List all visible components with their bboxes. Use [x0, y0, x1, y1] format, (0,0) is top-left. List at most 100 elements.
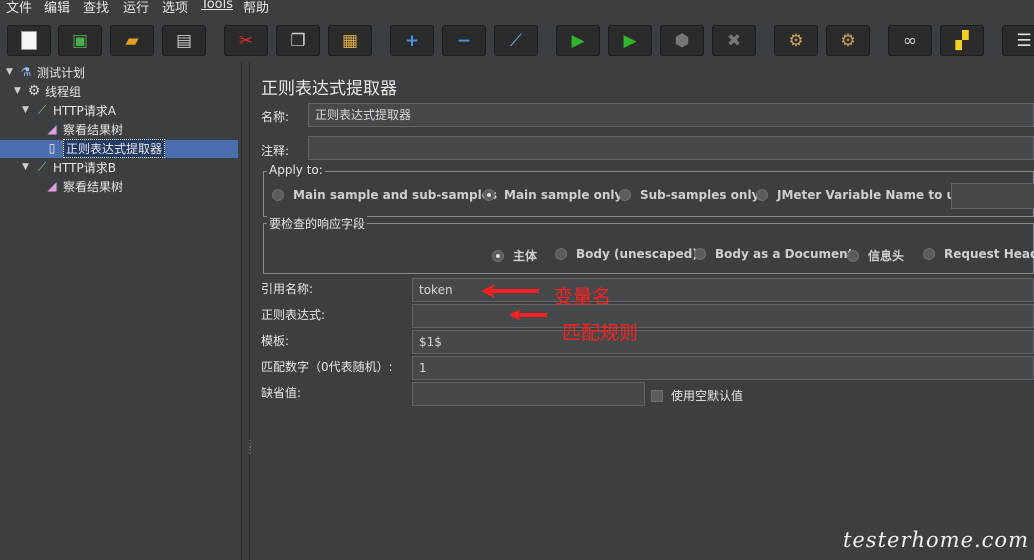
radio-sub-samples-only[interactable]: Sub-samples only — [619, 188, 759, 202]
collapse-button[interactable]: − — [442, 25, 486, 56]
function-helper-button[interactable]: ☰ — [1002, 25, 1034, 56]
search-button[interactable]: ∞ — [888, 25, 932, 56]
cut-button[interactable]: ✂ — [224, 25, 268, 56]
plus-icon: + — [404, 30, 420, 51]
templates-icon: ▣ — [71, 30, 89, 51]
new-file-icon — [21, 31, 37, 50]
radio-body[interactable]: 主体 — [492, 247, 537, 264]
use-empty-default-checkbox[interactable]: 使用空默认值 — [651, 387, 743, 404]
wand-icon: ⟋ — [510, 30, 522, 51]
clear-all-button[interactable]: ⚙ — [826, 25, 870, 56]
tree-node-http-request-a[interactable]: ▼ ⟋ HTTP请求A — [22, 101, 116, 119]
start-button[interactable]: ▶ — [556, 25, 600, 56]
arrow-annotation-var-name-icon — [481, 284, 539, 298]
save-icon: ▤ — [175, 30, 193, 51]
radio-circle-icon — [272, 189, 284, 201]
template-input[interactable]: $1$ — [412, 330, 1034, 354]
radio-headers[interactable]: 信息头 — [847, 247, 904, 264]
broom-icon: ⚙ — [840, 30, 856, 51]
field-to-check-group: 要检查的响应字段 主体 Body (unescaped) Body as a D… — [263, 215, 1034, 274]
checkbox-icon — [651, 389, 663, 402]
radio-circle-icon — [847, 249, 859, 262]
tree-node-label: 线程组 — [45, 84, 82, 99]
tree-node-view-results-tree-a[interactable]: ◢ 察看结果树 — [42, 120, 123, 138]
radio-label: Request Headers — [944, 247, 1034, 261]
radio-circle-icon — [619, 189, 631, 201]
annotation-variable-name: 变量名 — [554, 286, 612, 308]
tree-node-label: HTTP请求B — [53, 160, 116, 175]
menu-tools[interactable]: Tools — [201, 0, 233, 12]
tree-node-regex-extractor[interactable]: ▯ 正则表达式提取器 — [42, 138, 166, 158]
tree-node-label: HTTP请求A — [53, 103, 116, 118]
tree-node-test-plan[interactable]: ▼ ⚗ 测试计划 — [6, 63, 85, 81]
checkbox-label: 使用空默认值 — [671, 389, 744, 403]
paste-icon: ▦ — [341, 30, 359, 51]
match-number-input[interactable]: 1 — [412, 356, 1034, 380]
minus-icon: − — [456, 30, 472, 51]
toggle-button[interactable]: ⟋ — [494, 25, 538, 56]
tree-node-label: 察看结果树 — [63, 179, 124, 194]
radio-circle-icon — [923, 248, 935, 260]
regex-extractor-panel: 正则表达式提取器 名称: 正则表达式提取器 注释: Apply to: Main… — [251, 62, 1034, 560]
match-number-label: 匹配数字（0代表随机）: — [261, 360, 393, 374]
reset-search-button[interactable]: ▞ — [940, 25, 984, 56]
apply-to-group: Apply to: Main sample and sub-samples Ma… — [263, 163, 1034, 217]
page-title: 正则表达式提取器 — [261, 79, 397, 99]
scissors-icon: ✂ — [238, 30, 254, 51]
paste-button[interactable]: ▦ — [328, 25, 372, 56]
play-icon: ▶ — [571, 30, 585, 51]
radio-label: Main sample only — [504, 188, 623, 202]
radio-label: Sub-samples only — [640, 188, 760, 202]
radio-circle-icon — [756, 189, 768, 201]
default-value-label: 缺省值: — [261, 386, 302, 400]
shutdown-button[interactable]: ✖ — [712, 25, 756, 56]
radio-main-sample-only[interactable]: Main sample only — [483, 188, 622, 202]
copy-button[interactable]: ❐ — [276, 25, 320, 56]
expand-arrow-icon: ▼ — [22, 105, 29, 115]
radio-label: JMeter Variable Name to use — [777, 188, 971, 202]
templates-button[interactable]: ▣ — [58, 25, 102, 56]
pipette-icon: ⟋ — [37, 159, 47, 174]
radio-body-unescaped[interactable]: Body (unescaped) — [555, 247, 698, 261]
radio-selected-icon — [492, 249, 504, 262]
clear-button[interactable]: ⚙ — [774, 25, 818, 56]
expand-button[interactable]: + — [390, 25, 434, 56]
expand-arrow-icon: ▼ — [14, 86, 21, 96]
arrow-annotation-match-rule-icon — [509, 309, 547, 321]
radio-body-as-document[interactable]: Body as a Document — [694, 247, 853, 261]
tree-node-http-request-b[interactable]: ▼ ⟋ HTTP请求B — [22, 158, 116, 176]
folder-icon: ▰ — [125, 30, 139, 51]
stop-button[interactable]: ⬢ — [660, 25, 704, 56]
jmeter-variable-input[interactable] — [951, 183, 1034, 209]
open-button[interactable]: ▰ — [110, 25, 154, 56]
name-input[interactable]: 正则表达式提取器 — [308, 103, 1034, 127]
split-pane-divider[interactable]: ⋮ ⋮ — [241, 62, 255, 560]
radio-jmeter-variable[interactable]: JMeter Variable Name to use — [756, 188, 970, 202]
chart-icon: ◢ — [47, 179, 57, 193]
regex-label: 正则表达式: — [261, 308, 326, 322]
chart-icon: ◢ — [47, 122, 57, 136]
new-button[interactable] — [7, 25, 51, 56]
tree-node-thread-group[interactable]: ▼ ⚙ 线程组 — [14, 82, 81, 100]
radio-label: Body (unescaped) — [576, 247, 698, 261]
field-to-check-title: 要检查的响应字段 — [267, 215, 368, 232]
apply-to-title: Apply to: — [267, 163, 325, 177]
tree-node-view-results-tree-b[interactable]: ◢ 察看结果树 — [42, 177, 123, 195]
tree-node-label: 测试计划 — [37, 65, 86, 80]
comment-label: 注释: — [261, 144, 290, 158]
test-plan-tree: ▼ ⚗ 测试计划 ▼ ⚙ 线程组 ▼ ⟋ HTTP请求A ◢ 察看结果树 ▯ 正… — [0, 62, 242, 560]
default-value-input[interactable] — [412, 382, 645, 406]
save-button[interactable]: ▤ — [162, 25, 206, 56]
radio-request-headers[interactable]: Request Headers — [923, 247, 1034, 261]
start-no-pause-button[interactable]: ▶ — [608, 25, 652, 56]
pipette-icon: ⟋ — [37, 102, 47, 117]
radio-label: 信息头 — [868, 249, 905, 263]
binoculars-icon: ∞ — [902, 30, 918, 51]
tree-node-label: 正则表达式提取器 — [63, 138, 166, 158]
toolbar: ▣ ▰ ▤ ✂ ❐ ▦ + − ⟋ ▶ ▶ ⬢ ✖ ⚙ ⚙ ∞ ▞ ☰ — [0, 14, 1034, 62]
flask-icon: ⚗ — [20, 65, 32, 79]
radio-main-and-sub-samples[interactable]: Main sample and sub-samples — [272, 188, 497, 202]
regex-input[interactable] — [412, 304, 1034, 328]
comment-input[interactable] — [308, 136, 1034, 160]
tree-node-label: 察看结果树 — [63, 122, 124, 137]
